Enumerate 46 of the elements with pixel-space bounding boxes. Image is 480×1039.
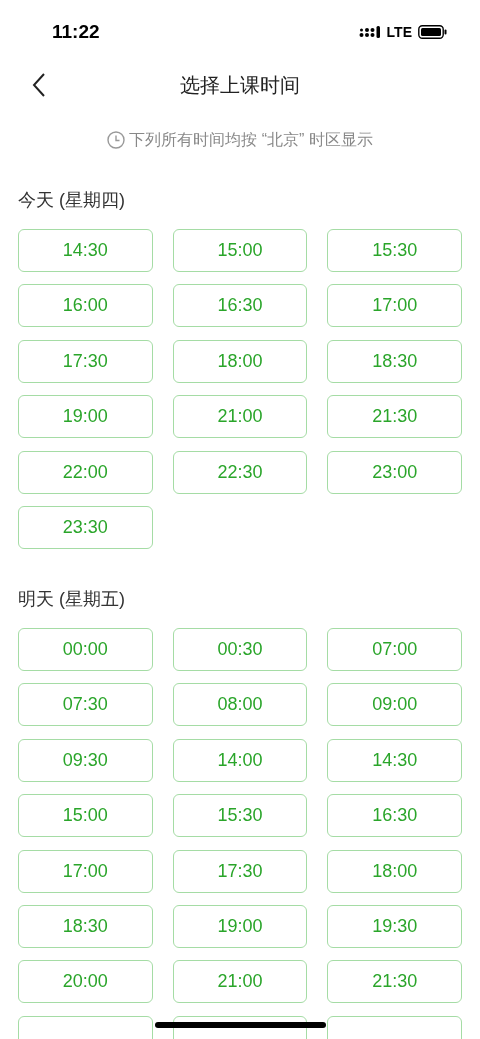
time-slot-button[interactable]: 16:30 — [327, 794, 462, 838]
time-slot-button[interactable]: 15:00 — [18, 794, 153, 838]
time-slot-button[interactable]: 21:30 — [327, 960, 462, 1004]
time-slot-button[interactable]: 22:30 — [172, 450, 308, 494]
time-slot-button[interactable]: 23:00 — [327, 450, 462, 494]
time-slot-button[interactable]: 08:00 — [172, 683, 308, 727]
time-slot-button[interactable]: 18:30 — [327, 339, 462, 383]
status-time: 11:22 — [52, 21, 101, 43]
time-slot-button[interactable]: 16:30 — [172, 284, 308, 328]
time-slot-button[interactable]: 15:30 — [327, 229, 462, 272]
time-slot-button[interactable]: 07:30 — [18, 683, 153, 727]
timezone-notice: 下列所有时间均按 “北京” 时区显示 — [129, 129, 373, 150]
clock-icon — [107, 131, 126, 149]
time-slot-button[interactable]: 21:00 — [172, 960, 308, 1004]
time-slot-button[interactable]: 17:00 — [327, 284, 462, 328]
time-slot-button[interactable]: 19:00 — [18, 395, 153, 439]
time-slot-button[interactable]: 21:00 — [172, 395, 308, 439]
time-slot-button[interactable]: 21:30 — [327, 395, 462, 439]
time-slot-button[interactable]: 14:00 — [172, 738, 308, 782]
time-slot-button[interactable]: 20:00 — [18, 960, 153, 1004]
time-slot-button[interactable]: 00:30 — [172, 627, 308, 671]
battery-icon — [418, 25, 448, 39]
time-slot-button[interactable]: 17:00 — [18, 849, 153, 893]
time-slot-button[interactable]: 18:00 — [327, 849, 462, 893]
time-slot-button[interactable]: 17:30 — [18, 339, 153, 383]
network-label: LTE — [386, 24, 412, 40]
day-heading: 今天 (星期四) — [18, 189, 126, 212]
signal-icon — [358, 25, 381, 39]
time-slot-button[interactable]: 15:00 — [172, 229, 308, 272]
time-slot-button[interactable]: 09:30 — [18, 738, 153, 782]
time-slot-button[interactable]: 09:00 — [327, 683, 462, 727]
page-title: 选择上课时间 — [180, 72, 300, 98]
time-slot-button[interactable]: 18:00 — [172, 339, 308, 383]
time-slot-button[interactable]: 07:00 — [327, 627, 462, 671]
time-slot-button[interactable]: 14:30 — [18, 229, 153, 272]
time-slot-button[interactable]: 23:30 — [18, 505, 153, 549]
time-slot-button[interactable]: 00:00 — [18, 627, 153, 671]
time-slot-button[interactable]: 17:30 — [172, 849, 308, 893]
time-slot-button[interactable]: 19:00 — [172, 904, 308, 948]
time-slot-button[interactable]: 18:30 — [18, 904, 153, 948]
time-slot-button[interactable]: 16:00 — [18, 284, 153, 328]
time-slot-button[interactable]: 15:30 — [172, 794, 308, 838]
time-slot-button[interactable]: 22:00 — [18, 450, 153, 494]
time-slot-button[interactable]: 19:30 — [327, 904, 462, 948]
day-heading: 明天 (星期五) — [18, 587, 126, 611]
time-slot-button[interactable]: 14:30 — [327, 738, 462, 782]
